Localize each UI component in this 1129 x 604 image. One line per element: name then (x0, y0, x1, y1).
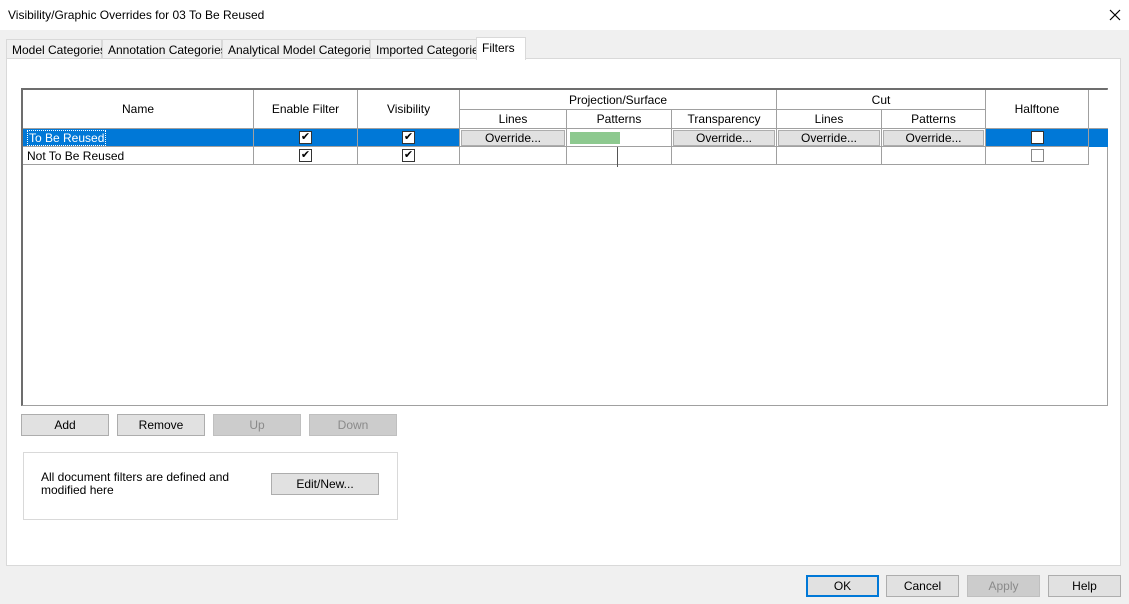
header-transparency[interactable]: Transparency (672, 110, 777, 129)
close-icon (1109, 9, 1120, 21)
halftone-checkbox[interactable] (1030, 131, 1044, 144)
window-title: Visibility/Graphic Overrides for 03 To B… (8, 8, 265, 22)
header-enable-filter[interactable]: Enable Filter (254, 90, 358, 129)
pattern-color-swatch (570, 131, 620, 144)
header-cut-lines[interactable]: Lines (777, 110, 882, 129)
header-name[interactable]: Name (23, 90, 254, 129)
halftone-checkbox[interactable] (1030, 149, 1044, 162)
projection-patterns-cell[interactable] (567, 147, 672, 167)
filters-info-box: All document filters are defined and mod… (23, 452, 398, 520)
header-cut: Cut (777, 90, 986, 110)
enable-filter-checkbox[interactable]: ✔ (299, 131, 312, 144)
title-bar: Visibility/Graphic Overrides for 03 To B… (0, 0, 1129, 30)
halftone-cell (986, 147, 1089, 165)
tab-analytical-model-categories[interactable]: Analytical Model Categories (222, 39, 377, 59)
cut-lines-override-button[interactable]: Override... (778, 129, 880, 146)
transparency-cell: Override... (672, 129, 777, 147)
table-row[interactable]: To Be Reused ✔ ✔ Override... Override...… (23, 129, 1089, 147)
cut-patterns-override-button[interactable]: Override... (883, 129, 984, 146)
enable-filter-cell: ✔ (254, 147, 358, 165)
row-name: Not To Be Reused (27, 148, 125, 163)
filters-info-text: All document filters are defined and mod… (41, 470, 230, 497)
tab-model-categories[interactable]: Model Categories (6, 39, 106, 59)
projection-lines-override-button[interactable]: Override... (461, 129, 565, 146)
transparency-cell[interactable] (672, 147, 777, 165)
visibility-cell: ✔ (358, 129, 460, 147)
cut-lines-cell: Override... (777, 129, 882, 147)
projection-lines-cell: Override... (460, 129, 567, 147)
table-row[interactable]: Not To Be Reused ✔ ✔ (23, 147, 1089, 167)
visibility-cell: ✔ (358, 147, 460, 165)
row-name-cell[interactable]: Not To Be Reused (23, 147, 254, 165)
row-name-cell[interactable]: To Be Reused (23, 129, 254, 147)
header-projection-lines[interactable]: Lines (460, 110, 567, 129)
close-button[interactable] (1100, 0, 1129, 30)
header-filler (1089, 90, 1108, 129)
help-button[interactable]: Help (1048, 575, 1121, 597)
up-button[interactable]: Up (213, 414, 301, 436)
cut-lines-cell[interactable] (777, 147, 882, 165)
header-projection-surface: Projection/Surface (460, 90, 777, 110)
selection-filler (1089, 129, 1108, 147)
header-visibility[interactable]: Visibility (358, 90, 460, 129)
remove-button[interactable]: Remove (117, 414, 205, 436)
ok-button[interactable]: OK (806, 575, 879, 597)
filters-table: Name Enable Filter Visibility Projection… (21, 88, 1108, 406)
column-resize-marker (617, 147, 618, 167)
header-projection-patterns[interactable]: Patterns (567, 110, 672, 129)
visibility-checkbox[interactable]: ✔ (402, 149, 415, 162)
projection-patterns-cell[interactable] (567, 129, 672, 147)
header-cut-patterns[interactable]: Patterns (882, 110, 986, 129)
enable-filter-checkbox[interactable]: ✔ (299, 149, 312, 162)
cancel-button[interactable]: Cancel (886, 575, 959, 597)
enable-filter-cell: ✔ (254, 129, 358, 147)
tab-imported-categories[interactable]: Imported Categories (370, 39, 485, 59)
header-halftone[interactable]: Halftone (986, 90, 1089, 129)
down-button[interactable]: Down (309, 414, 397, 436)
edit-new-button[interactable]: Edit/New... (271, 473, 379, 495)
visibility-checkbox[interactable]: ✔ (402, 131, 415, 144)
cut-patterns-cell: Override... (882, 129, 986, 147)
tab-filters[interactable]: Filters (476, 37, 526, 60)
apply-button[interactable]: Apply (967, 575, 1040, 597)
add-button[interactable]: Add (21, 414, 109, 436)
halftone-cell (986, 129, 1089, 147)
transparency-override-button[interactable]: Override... (673, 129, 775, 146)
projection-lines-cell[interactable] (460, 147, 567, 165)
cut-patterns-cell[interactable] (882, 147, 986, 165)
row-name: To Be Reused (27, 129, 107, 146)
tab-annotation-categories[interactable]: Annotation Categories (102, 39, 227, 59)
